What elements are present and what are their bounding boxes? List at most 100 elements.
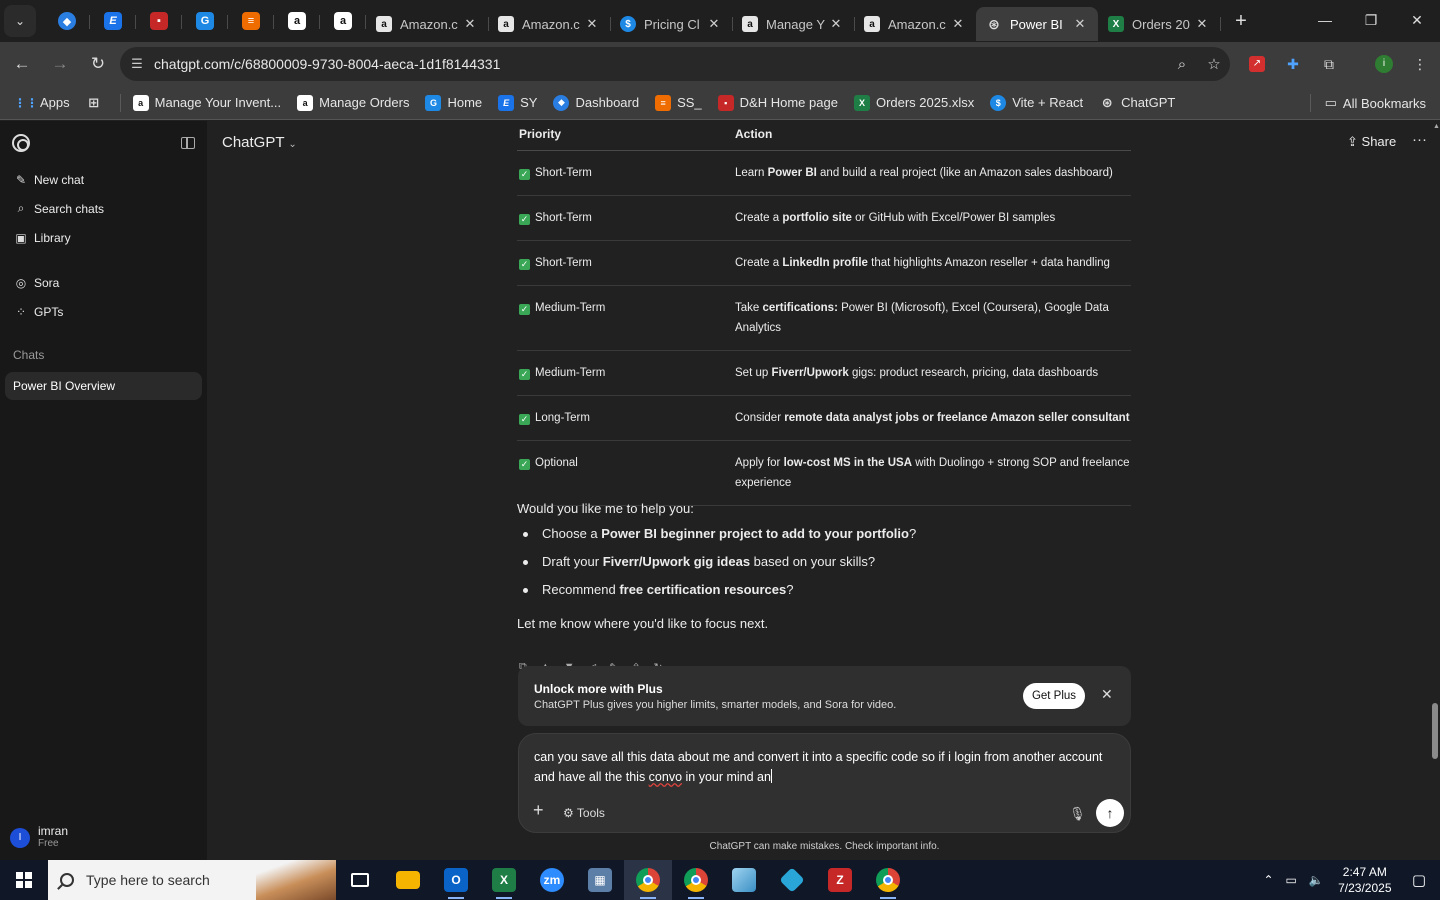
tab-favicon-icon: a	[742, 16, 758, 32]
browser-tab[interactable]: a Amazon.c ✕	[488, 7, 611, 41]
browser-tab[interactable]: a Amazon.c ✕	[854, 7, 977, 41]
microphone-icon[interactable]: 🎙	[1069, 806, 1086, 822]
file-explorer-icon[interactable]	[384, 860, 432, 900]
browser-tab[interactable]: ⊛ Power BI ✕	[976, 7, 1098, 41]
tab-close-icon[interactable]: ✕	[828, 16, 844, 32]
pinned-tab[interactable]: G	[182, 6, 228, 36]
openai-logo-icon[interactable]	[12, 134, 30, 152]
tab-search-chevron-icon[interactable]: ⌄	[4, 5, 36, 37]
bookmark-manage-orders[interactable]: a Manage Orders	[289, 89, 417, 117]
notepad-app-icon[interactable]	[720, 860, 768, 900]
bookmark-manage-inventory[interactable]: a Manage Your Invent...	[125, 89, 289, 117]
reply-intro: Would you like me to help you:	[517, 501, 694, 516]
sidebar-item-gpts[interactable]: ⁘ GPTs	[0, 297, 207, 326]
tab-groups-icon[interactable]: ⊞	[78, 89, 116, 117]
close-icon[interactable]: ✕	[1101, 686, 1113, 703]
attach-plus-icon[interactable]: +	[533, 800, 544, 821]
bookmark-chatgpt[interactable]: ⊛ ChatGPT	[1091, 89, 1183, 117]
browser-menu-icon[interactable]: ⋮	[1406, 50, 1434, 78]
url-text[interactable]: chatgpt.com/c/68800009-9730-8004-aeca-1d…	[154, 56, 1166, 72]
tools-button[interactable]: ⚙ Tools	[563, 806, 605, 820]
new-tab-plus-icon[interactable]: +	[1226, 6, 1256, 36]
user-profile[interactable]: I imran Free	[10, 825, 68, 850]
action-cell: Apply for low-cost MS in the USA with Du…	[735, 441, 1131, 505]
bookmark-ss[interactable]: ≡ SS_	[647, 89, 710, 117]
browser-tab[interactable]: $ Pricing Cl ✕	[610, 7, 733, 41]
tab-favicon-icon: a	[498, 16, 514, 32]
message-composer[interactable]: can you save all this data about me and …	[518, 733, 1131, 833]
profile-icon[interactable]: i	[1370, 50, 1398, 78]
sidebar-item-sora[interactable]: ◎ Sora	[0, 268, 207, 297]
close-window-icon[interactable]: ✕	[1394, 0, 1440, 40]
pinned-tab[interactable]: E	[90, 6, 136, 36]
excel-icon[interactable]: X	[480, 860, 528, 900]
address-bar[interactable]: ☰ chatgpt.com/c/68800009-9730-8004-aeca-…	[120, 47, 1230, 81]
tab-close-icon[interactable]: ✕	[1072, 16, 1088, 32]
tab-close-icon[interactable]: ✕	[584, 16, 600, 32]
reload-icon[interactable]: ↻	[80, 46, 116, 82]
browser-tab[interactable]: a Amazon.c ✕	[366, 7, 489, 41]
sidebar-item-new-chat[interactable]: ✎ New chat	[0, 165, 207, 194]
more-options-icon[interactable]: ···	[1412, 131, 1427, 148]
bookmark-sy[interactable]: E SY	[490, 89, 545, 117]
zoom-app-icon[interactable]: zm	[528, 860, 576, 900]
scroll-up-arrow-icon[interactable]: ▲	[1433, 123, 1440, 130]
notifications-icon[interactable]: ▢	[1406, 871, 1432, 889]
pdf-extension-icon[interactable]: ↗	[1243, 50, 1271, 78]
tray-chevron-up-icon[interactable]: ⌃	[1257, 873, 1279, 887]
tab-close-icon[interactable]: ✕	[1194, 16, 1210, 32]
pinned-tab[interactable]: ≡	[228, 6, 274, 36]
bookmark-dh-home[interactable]: ▪ D&H Home page	[710, 89, 846, 117]
browser-tab[interactable]: X Orders 20 ✕	[1098, 7, 1221, 41]
volume-icon[interactable]: 🔈	[1303, 873, 1330, 887]
chrome-alt-icon[interactable]	[864, 860, 912, 900]
restore-icon[interactable]: ❐	[1348, 0, 1394, 40]
hexagon-app-icon[interactable]	[768, 860, 816, 900]
bookmark-dashboard[interactable]: ◆ Dashboard	[545, 89, 647, 117]
task-view-icon[interactable]	[336, 860, 384, 900]
minimize-icon[interactable]: —	[1302, 0, 1348, 40]
start-button[interactable]	[0, 860, 48, 900]
filezilla-icon[interactable]: Z	[816, 860, 864, 900]
pinned-tab[interactable]: a	[274, 6, 320, 36]
share-button[interactable]: ⇪ Share	[1347, 134, 1396, 150]
bookmark-orders-xlsx[interactable]: X Orders 2025.xlsx	[846, 89, 982, 117]
extension-icon[interactable]: ✚	[1279, 50, 1307, 78]
outlook-icon[interactable]: O	[432, 860, 480, 900]
pinned-tab[interactable]: ▪	[136, 6, 182, 36]
zoom-icon[interactable]: ⌕	[1166, 56, 1198, 73]
all-bookmarks[interactable]: ▭ All Bookmarks	[1306, 89, 1426, 117]
action-cell: Consider remote data analyst jobs or fre…	[735, 396, 1131, 440]
tab-close-icon[interactable]: ✕	[706, 16, 722, 32]
calculator-icon[interactable]: ▦	[576, 860, 624, 900]
bookmark-star-icon[interactable]: ☆	[1198, 55, 1230, 73]
bullet-text-bold: free certification resources	[619, 582, 787, 597]
clock[interactable]: 2:47 AM 7/23/2025	[1330, 864, 1400, 896]
send-arrow-icon[interactable]: ↑	[1096, 799, 1124, 827]
bookmark-apps[interactable]: ⋮⋮ Apps	[10, 89, 78, 117]
tab-close-icon[interactable]: ✕	[950, 16, 966, 32]
chrome-profile-icon[interactable]	[672, 860, 720, 900]
sidebar-chat-power-bi-overview[interactable]: Power BI Overview	[5, 372, 202, 400]
model-selector[interactable]: ChatGPT ⌄	[222, 134, 297, 151]
tab-close-icon[interactable]: ✕	[462, 16, 478, 32]
pinned-tab[interactable]: a	[320, 6, 366, 36]
back-arrow-icon[interactable]: ←	[4, 46, 40, 82]
browser-tab[interactable]: a Manage Y ✕	[732, 7, 855, 41]
taskbar-search[interactable]: Type here to search	[48, 860, 336, 900]
network-icon[interactable]: ▭	[1280, 873, 1303, 887]
scrollbar-thumb[interactable]	[1432, 703, 1438, 759]
sidebar-toggle-icon[interactable]	[181, 137, 195, 149]
pinned-tab[interactable]: ◆	[44, 6, 90, 36]
prompt-input[interactable]: can you save all this data about me and …	[534, 747, 1104, 787]
sidebar-item-library[interactable]: ▣ Library	[0, 223, 207, 252]
bookmark-home[interactable]: G Home	[417, 89, 490, 117]
get-plus-button[interactable]: Get Plus	[1023, 683, 1085, 709]
action-cell: Learn Power BI and build a real project …	[735, 151, 1131, 195]
chrome-icon[interactable]	[624, 860, 672, 900]
forward-arrow-icon[interactable]: →	[42, 46, 78, 82]
bookmark-vite-react[interactable]: $ Vite + React	[982, 89, 1091, 117]
site-info-icon[interactable]: ☰	[120, 56, 154, 72]
extensions-puzzle-icon[interactable]: ⧉	[1315, 50, 1343, 78]
sidebar-item-search-chats[interactable]: ⌕ Search chats	[0, 194, 207, 223]
